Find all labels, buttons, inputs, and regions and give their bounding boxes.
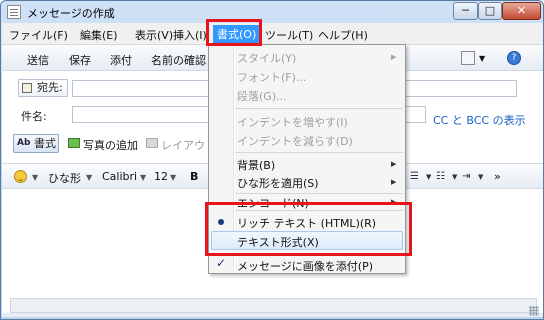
maximize-button[interactable]: □ bbox=[478, 2, 502, 20]
menu-help[interactable]: ヘルプ(H) bbox=[318, 27, 368, 43]
help-icon[interactable]: ? bbox=[507, 51, 521, 65]
indent-chevron-icon[interactable]: ▼ bbox=[478, 173, 483, 181]
format-label: 書式 bbox=[34, 137, 56, 150]
align-icon[interactable]: ☰ bbox=[410, 171, 419, 182]
font-name-dropdown[interactable]: Calibri bbox=[102, 170, 137, 183]
view-options-icon[interactable] bbox=[461, 51, 475, 65]
menu-separator bbox=[235, 108, 403, 109]
to-label: 宛先: bbox=[37, 81, 63, 94]
photo-icon bbox=[68, 138, 80, 148]
more-button[interactable]: » bbox=[494, 170, 501, 183]
submenu-arrow-icon: ▶ bbox=[391, 53, 397, 61]
checkmark-icon: ✓ bbox=[216, 256, 227, 270]
submenu-arrow-icon: ▶ bbox=[391, 198, 397, 206]
check-names-button[interactable]: 名前の確認 bbox=[151, 52, 206, 68]
close-button[interactable]: ✕ bbox=[502, 2, 541, 20]
menu-separator bbox=[235, 210, 403, 211]
font-name-chevron-icon[interactable]: ▼ bbox=[140, 173, 146, 182]
menu-item-style[interactable]: スタイル(Y) bbox=[237, 50, 296, 66]
menu-separator bbox=[235, 152, 403, 153]
document-icon bbox=[7, 5, 21, 19]
menu-item-rich-text[interactable]: リッチ テキスト (HTML)(R) bbox=[237, 215, 376, 231]
menu-bar: ファイル(F) 編集(E) 表示(V) 挿入(I) 書式(O) ツール(T) ヘ… bbox=[2, 23, 543, 45]
menu-item-increase-indent[interactable]: インデントを増やす(I) bbox=[237, 114, 348, 130]
emoticon-icon[interactable] bbox=[14, 170, 27, 183]
format-button[interactable]: Ab 書式 bbox=[13, 134, 59, 153]
menu-separator bbox=[235, 253, 403, 254]
add-photo-button[interactable]: 写真の追加 bbox=[83, 137, 138, 153]
send-button[interactable]: 送信 bbox=[27, 52, 49, 68]
bold-button[interactable]: B bbox=[190, 170, 198, 183]
resize-grip[interactable] bbox=[529, 306, 539, 316]
menu-tools[interactable]: ツール(T) bbox=[265, 27, 313, 43]
status-bar bbox=[2, 313, 543, 317]
stationery-dropdown[interactable]: ひな形 bbox=[48, 170, 81, 186]
title-bar[interactable]: メッセージの作成 ─ □ ✕ bbox=[1, 1, 543, 23]
layout-icon bbox=[146, 138, 158, 148]
list-chevron-icon[interactable]: ▼ bbox=[452, 173, 457, 181]
menu-item-attach-images[interactable]: メッセージに画像を添付(P) bbox=[237, 258, 373, 274]
menu-item-encoding[interactable]: エンコード(N) bbox=[237, 195, 309, 211]
radio-selected-icon bbox=[218, 219, 224, 225]
menu-insert[interactable]: 挿入(I) bbox=[173, 27, 207, 43]
font-size-chevron-icon[interactable]: ▼ bbox=[170, 173, 176, 182]
menu-item-background[interactable]: 背景(B) bbox=[237, 157, 275, 173]
to-button[interactable]: 宛先: bbox=[18, 79, 68, 97]
font-size-dropdown[interactable]: 12 bbox=[154, 170, 168, 183]
attach-button[interactable]: 添付 bbox=[110, 52, 132, 68]
submenu-arrow-icon: ▶ bbox=[391, 178, 397, 186]
menu-item-plain-text[interactable]: テキスト形式(X) bbox=[237, 234, 319, 250]
menu-separator bbox=[235, 193, 403, 194]
format-icon: Ab bbox=[17, 138, 31, 148]
chevron-down-icon[interactable]: ▼ bbox=[479, 54, 485, 63]
subject-label: 件名: bbox=[21, 110, 47, 123]
minimize-button[interactable]: ─ bbox=[453, 2, 478, 20]
save-button[interactable]: 保存 bbox=[69, 52, 91, 68]
horizontal-scrollbar[interactable] bbox=[10, 298, 537, 313]
numbered-list-icon[interactable]: ☷ bbox=[436, 171, 445, 182]
menu-item-apply-stationery[interactable]: ひな形を適用(S) bbox=[237, 175, 319, 191]
menu-file[interactable]: ファイル(F) bbox=[9, 27, 68, 43]
cc-bcc-link[interactable]: CC と BCC の表示 bbox=[433, 112, 526, 128]
address-book-icon bbox=[22, 83, 32, 93]
menu-item-paragraph[interactable]: 段落(G)... bbox=[237, 88, 287, 104]
indent-icon[interactable]: ⇥ bbox=[462, 171, 470, 182]
menu-item-decrease-indent[interactable]: インデントを減らす(D) bbox=[237, 133, 353, 149]
stationery-chevron-icon[interactable]: ▼ bbox=[86, 173, 92, 182]
menu-edit[interactable]: 編集(E) bbox=[80, 27, 118, 43]
format-menu: スタイル(Y) ▶ フォント(F)... 段落(G)... インデントを増やす(… bbox=[208, 44, 406, 274]
submenu-arrow-icon: ▶ bbox=[391, 160, 397, 168]
window-title: メッセージの作成 bbox=[27, 7, 115, 20]
align-chevron-icon[interactable]: ▼ bbox=[426, 173, 431, 181]
menu-item-font[interactable]: フォント(F)... bbox=[237, 69, 306, 85]
emoticon-dropdown-icon[interactable]: ▼ bbox=[32, 173, 38, 182]
menu-view[interactable]: 表示(V) bbox=[135, 27, 173, 43]
menu-format[interactable]: 書式(O) bbox=[213, 25, 261, 43]
